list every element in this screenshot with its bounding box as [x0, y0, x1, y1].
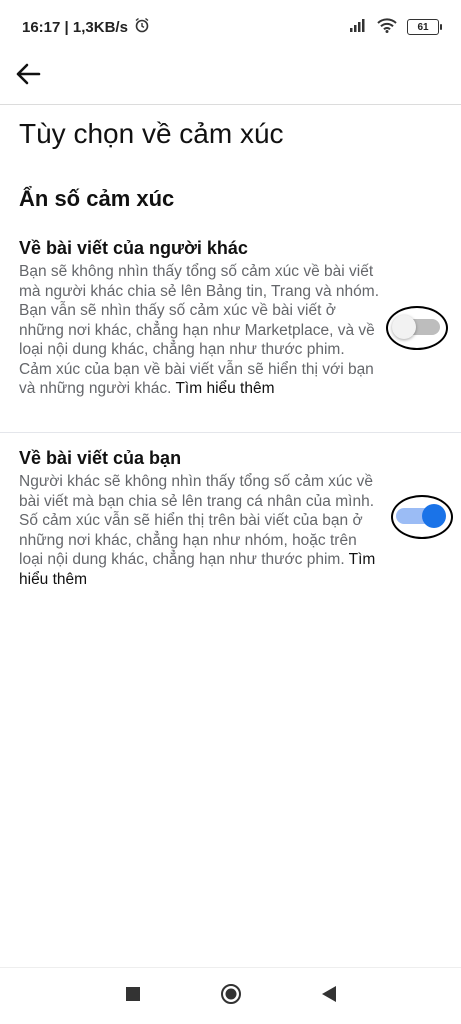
square-icon — [125, 986, 141, 1007]
toggle-thumb — [422, 504, 446, 528]
recent-apps-button[interactable] — [119, 982, 147, 1010]
system-nav-bar — [0, 967, 461, 1024]
learn-more-link[interactable]: Tìm hiểu thêm — [175, 380, 274, 397]
setting-description-text: Bạn sẽ không nhìn thấy tổng số cảm xúc v… — [19, 263, 380, 397]
setting-description: Người khác sẽ không nhìn thấy tổng số cả… — [19, 472, 379, 589]
back-button[interactable] — [10, 58, 46, 94]
divider — [0, 432, 461, 433]
setting-others-posts: Về bài viết của người khác Bạn sẽ không … — [19, 238, 443, 399]
status-time-speed: 16:17 | 1,3KB/s — [22, 18, 128, 36]
battery-level: 61 — [417, 21, 429, 33]
setting-description: Bạn sẽ không nhìn thấy tổng số cảm xúc v… — [19, 262, 379, 399]
setting-title: Về bài viết của bạn — [19, 448, 182, 468]
setting-description-text: Người khác sẽ không nhìn thấy tổng số cả… — [19, 473, 374, 568]
back-nav-button[interactable] — [315, 982, 343, 1010]
triangle-icon — [321, 985, 337, 1008]
home-button[interactable] — [217, 982, 245, 1010]
wifi-icon — [377, 17, 397, 37]
status-bar: 16:17 | 1,3KB/s 61 — [0, 0, 461, 54]
status-left: 16:17 | 1,3KB/s — [22, 17, 150, 37]
toggle-others-posts[interactable] — [388, 309, 448, 345]
battery-icon: 61 — [407, 19, 442, 35]
toggle-your-posts[interactable] — [388, 498, 448, 534]
circle-icon — [220, 983, 242, 1010]
toggle-thumb — [392, 315, 416, 339]
setting-title: Về bài viết của người khác — [19, 238, 248, 258]
page-title: Tùy chọn về cảm xúc — [19, 118, 284, 149]
nav-header — [0, 54, 461, 105]
signal-icon — [349, 18, 367, 36]
setting-your-posts: Về bài viết của bạn Người khác sẽ không … — [19, 448, 443, 589]
arrow-left-icon — [15, 63, 41, 90]
section-title: Ẩn số cảm xúc — [19, 186, 175, 211]
alarm-icon — [134, 17, 150, 37]
status-right: 61 — [349, 17, 442, 37]
